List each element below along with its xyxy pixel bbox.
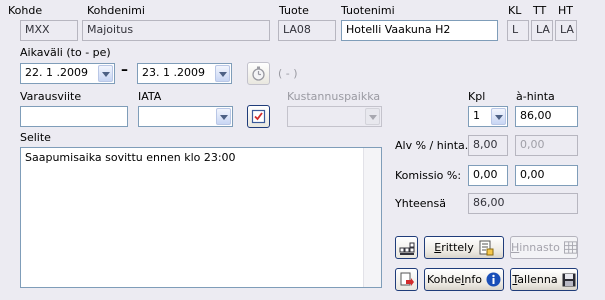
tt-label: TT [533, 4, 547, 17]
alv-label: Alv % / hinta. [395, 139, 469, 152]
table-icon [563, 241, 577, 254]
selite-scrollbar[interactable] [363, 148, 381, 287]
selite-label: Selite [20, 131, 51, 144]
document-detail-icon [479, 240, 494, 255]
iata-pick-button[interactable] [247, 105, 270, 128]
export-button[interactable] [395, 268, 418, 291]
ahinta-input[interactable]: 86,00 [515, 106, 578, 127]
kohdeinfo-label: KohdeInfo [427, 273, 482, 286]
kpl-value: 1 [473, 109, 480, 122]
tuotenimi-label: Tuotenimi [341, 4, 395, 17]
grid-button[interactable] [395, 236, 418, 259]
kustannuspaikka-select[interactable] [287, 106, 382, 127]
kl-field: L [507, 20, 529, 41]
stopwatch-button[interactable] [247, 62, 270, 85]
date-range-dash: – [121, 62, 128, 78]
ahinta-label: à-hinta [516, 90, 555, 103]
hinnasto-label: Hinnasto [511, 241, 560, 254]
aikavali-label: Aikaväli (to - pe) [20, 46, 111, 59]
yhteensa-label: Yhteensä [395, 197, 446, 210]
varausviite-input[interactable] [20, 106, 128, 127]
iata-label: IATA [138, 90, 162, 103]
varausviite-label: Varausviite [20, 90, 82, 103]
iata-dropdown-icon[interactable] [216, 108, 231, 125]
erittely-label: Erittely [434, 241, 474, 254]
kpl-label: Kpl [468, 90, 486, 103]
info-icon [486, 272, 501, 287]
grid-icon [399, 242, 414, 255]
komissio-percent-input[interactable]: 0,00 [468, 165, 508, 186]
start-date-dropdown-icon[interactable] [98, 65, 113, 82]
tuotenimi-input[interactable]: Hotelli Vaakuna H2 [341, 20, 498, 41]
end-date-picker[interactable]: 23. 1 .2009 [137, 63, 232, 84]
alv-percent-field: 8,00 [468, 135, 508, 156]
checklist-icon [251, 109, 266, 124]
kohde-field: MXX [20, 20, 78, 41]
kohdenimi-field: Majoitus [82, 20, 270, 41]
end-date-dropdown-icon[interactable] [215, 65, 230, 82]
stopwatch-icon [252, 66, 265, 81]
ht-field: LA [555, 20, 577, 41]
kohdeinfo-button[interactable]: KohdeInfo [424, 268, 504, 291]
kohde-label: Kohde [8, 4, 43, 17]
kohdenimi-label: Kohdenimi [87, 4, 145, 17]
kustannuspaikka-dropdown-icon[interactable] [365, 108, 380, 125]
tt-field: LA [531, 20, 553, 41]
kpl-select[interactable]: 1 [468, 106, 508, 127]
floppy-disk-icon [562, 273, 576, 286]
erittely-button[interactable]: Erittely [424, 236, 504, 259]
iata-select[interactable] [138, 106, 233, 127]
end-date-value: 23. 1 .2009 [142, 66, 205, 79]
selite-text: Saapumisaika sovittu ennen klo 23:00 [25, 151, 236, 164]
yhteensa-field: 86,00 [468, 193, 578, 214]
komissio-label: Komissio %: [395, 169, 462, 182]
kpl-dropdown-icon[interactable] [491, 108, 506, 125]
nights-count: ( - ) [278, 67, 298, 80]
tuote-label: Tuote [279, 4, 309, 17]
start-date-value: 22. 1 .2009 [25, 66, 88, 79]
selite-textarea[interactable]: Saapumisaika sovittu ennen klo 23:00 [20, 147, 382, 288]
tallenna-button[interactable]: Tallenna [510, 268, 578, 291]
start-date-picker[interactable]: 22. 1 .2009 [20, 63, 115, 84]
kustannuspaikka-label: Kustannuspaikka [287, 90, 381, 103]
kl-label: KL [508, 4, 522, 17]
hinnasto-button[interactable]: Hinnasto [510, 236, 578, 259]
komissio-price-input[interactable]: 0,00 [515, 165, 578, 186]
alv-price-field: 0,00 [515, 135, 578, 156]
tuote-field: LA08 [278, 20, 336, 41]
document-export-icon [400, 272, 414, 286]
ht-label: HT [558, 4, 573, 17]
tallenna-label: Tallenna [512, 273, 558, 286]
